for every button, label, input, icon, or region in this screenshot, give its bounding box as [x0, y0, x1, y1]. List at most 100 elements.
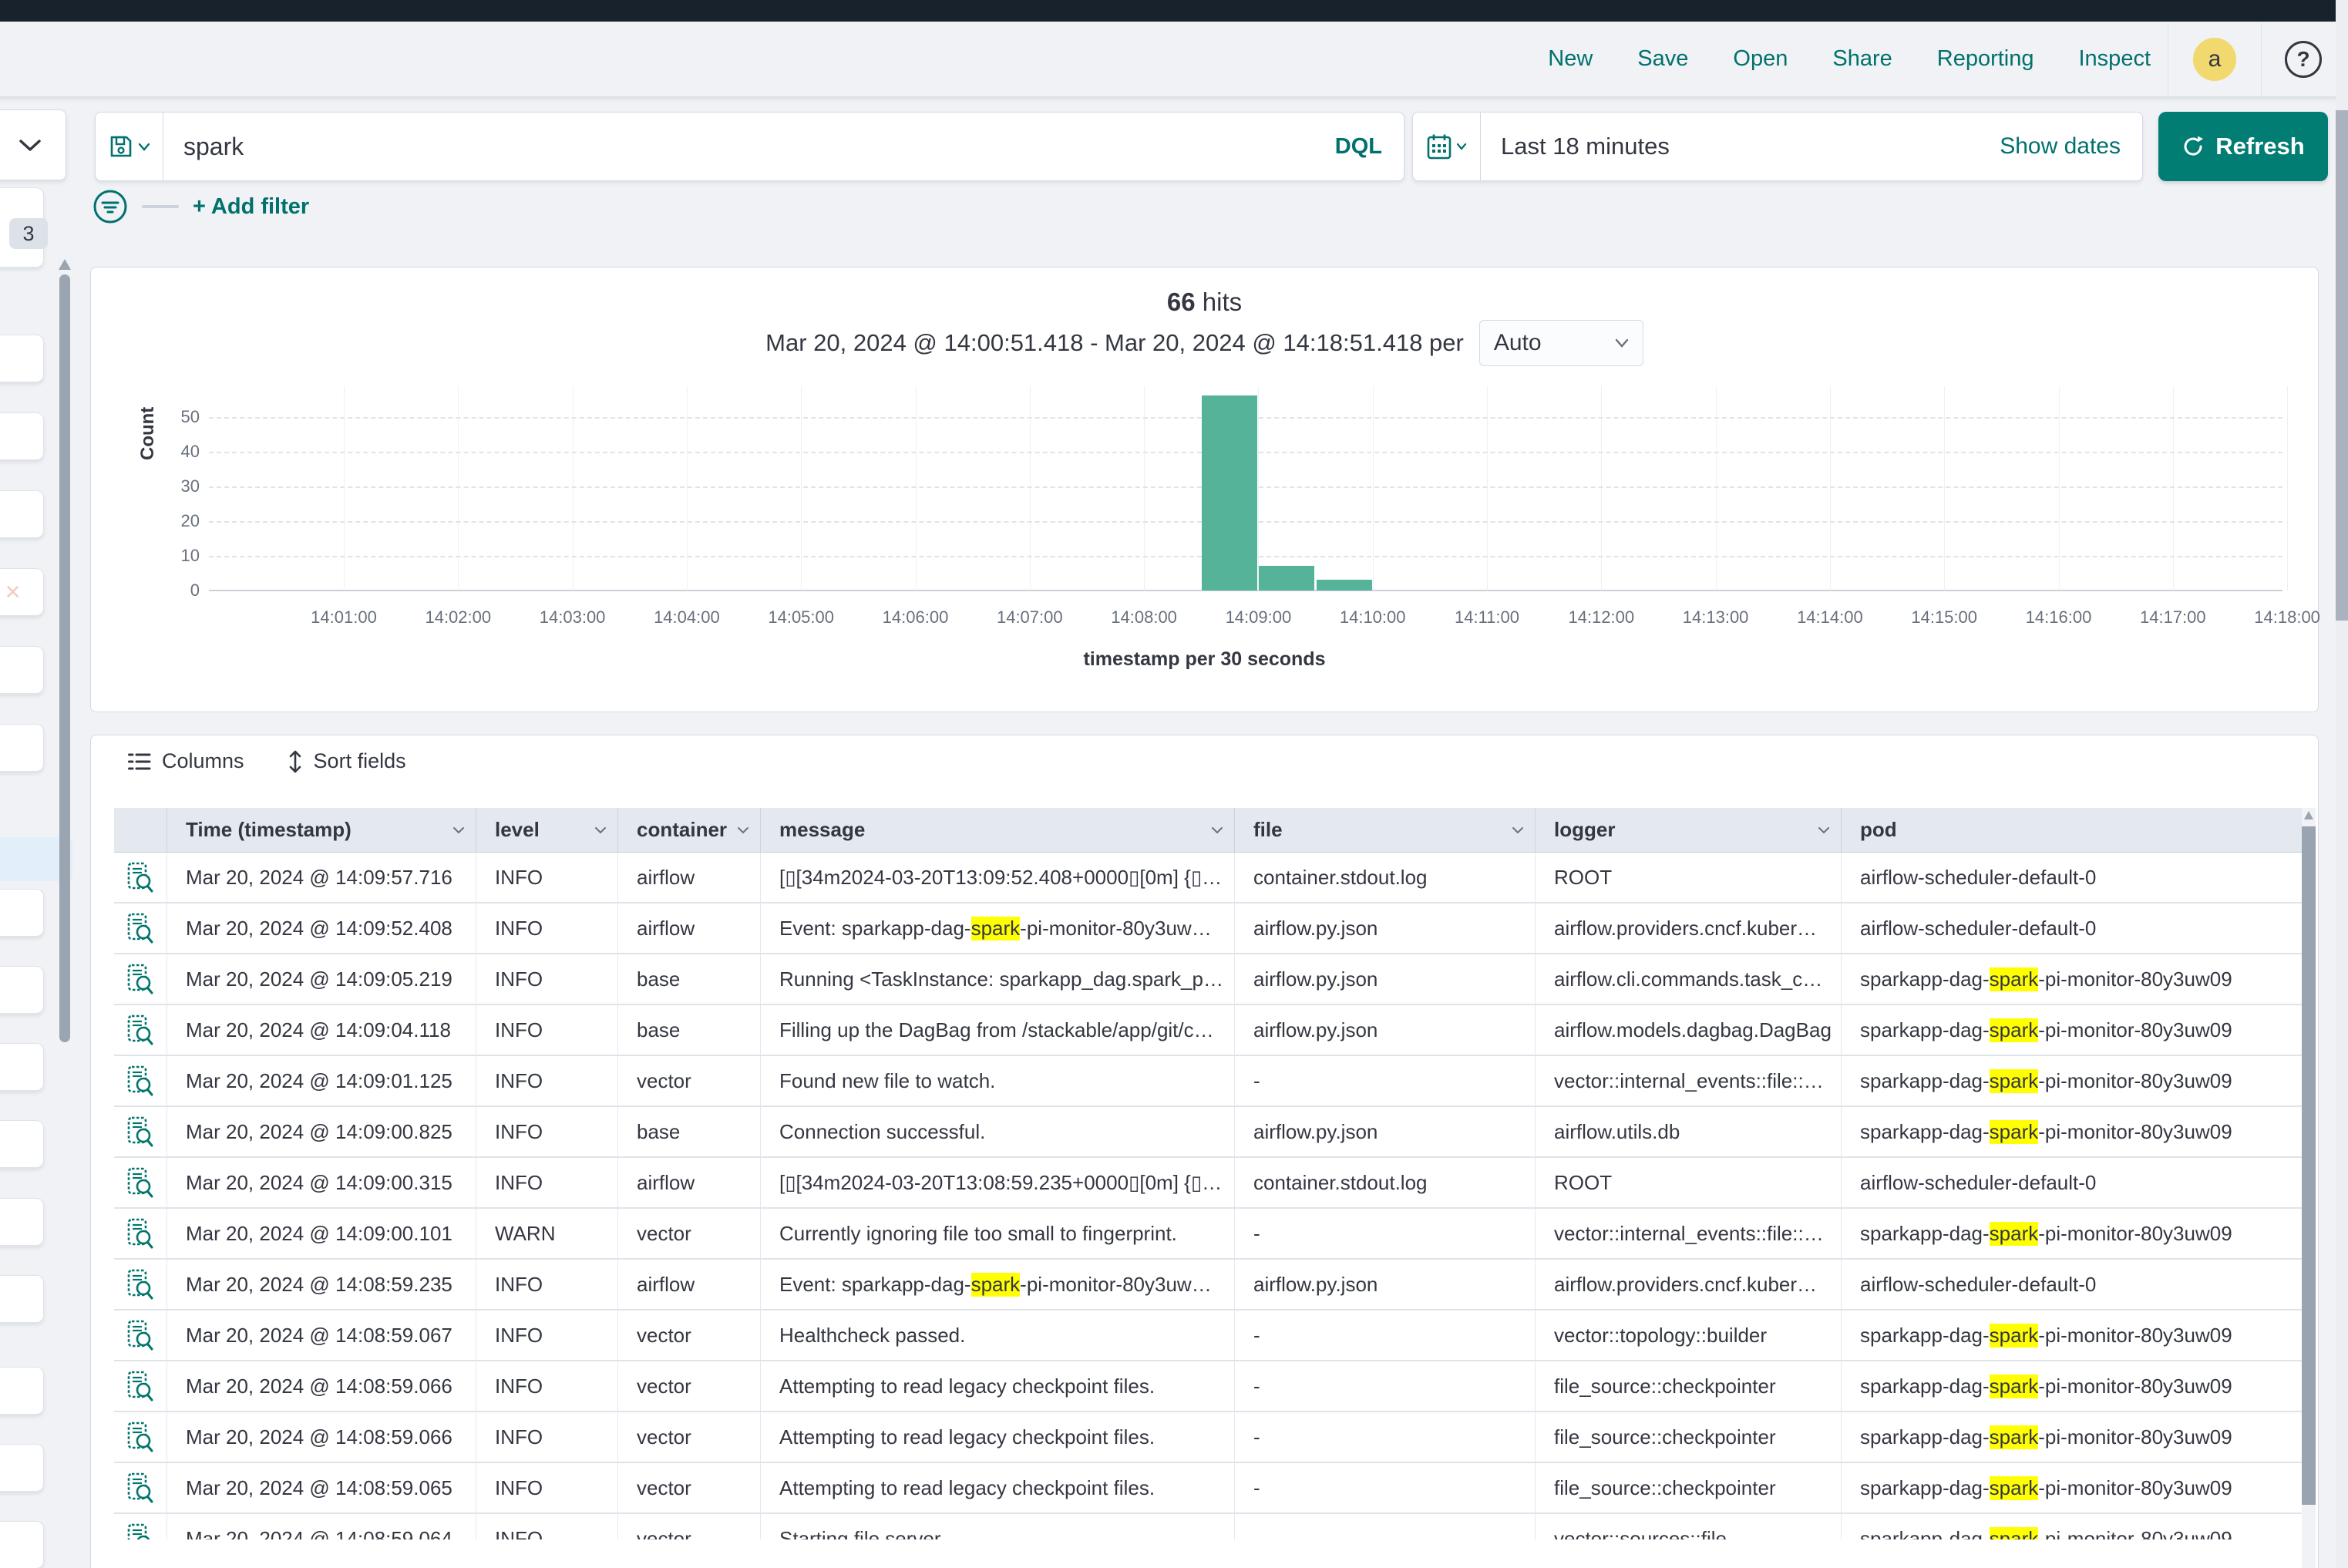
chevron-down-icon[interactable]	[1818, 826, 1830, 834]
column-header-label: container	[637, 818, 727, 842]
cell-container: vector	[617, 1209, 760, 1258]
field-card-stub[interactable]	[0, 1120, 44, 1168]
field-card-stub[interactable]	[0, 1043, 44, 1091]
time-range-value[interactable]: Last 18 minutes	[1481, 133, 2000, 160]
field-card-stub[interactable]	[0, 646, 44, 694]
cell-logger: file_source::checkpointer	[1535, 1361, 1841, 1411]
x-axis-tick-label: 14:02:00	[425, 607, 491, 628]
chevron-down-icon[interactable]	[737, 826, 749, 834]
column-header-message[interactable]: message	[760, 808, 1234, 852]
expand-document-button[interactable]	[114, 1412, 167, 1462]
avatar[interactable]: a	[2193, 38, 2236, 81]
rail-scrollbar-arrow[interactable]	[59, 259, 71, 270]
cell-time: Mar 20, 2024 @ 14:09:57.716	[167, 853, 476, 902]
cell-logger: vector::sources::file	[1535, 1514, 1841, 1539]
field-card-stub[interactable]	[0, 490, 44, 538]
cell-pod: airflow-scheduler-default-0	[1841, 853, 2302, 902]
chevron-down-icon[interactable]	[452, 826, 465, 834]
collapse-sidebar-button[interactable]	[0, 109, 66, 180]
column-header-file[interactable]: file	[1234, 808, 1535, 852]
field-card-stub[interactable]: ×	[0, 568, 44, 616]
search-highlight: spark	[1990, 1222, 2039, 1246]
saved-query-menu-button[interactable]	[96, 113, 163, 180]
expand-document-button[interactable]	[114, 853, 167, 902]
column-header-level[interactable]: level	[476, 808, 617, 852]
cell-time: Mar 20, 2024 @ 14:09:05.219	[167, 954, 476, 1004]
filter-icon[interactable]	[93, 189, 128, 224]
expand-document-button[interactable]	[114, 1361, 167, 1411]
remove-field-icon[interactable]: ×	[0, 569, 43, 615]
inspect-document-icon	[127, 1014, 153, 1045]
nav-link-new[interactable]: New	[1548, 46, 1593, 72]
expand-document-button[interactable]	[114, 954, 167, 1004]
histogram-bar[interactable]	[1259, 566, 1314, 591]
column-header-time-timestamp[interactable]: Time (timestamp)	[167, 808, 476, 852]
chevron-down-icon[interactable]	[1211, 826, 1223, 834]
chevron-down-icon[interactable]	[594, 826, 607, 834]
field-card-stub[interactable]	[0, 1367, 44, 1415]
cell-file: -	[1234, 1412, 1535, 1462]
refresh-button[interactable]: Refresh	[2158, 112, 2328, 181]
cell-file: -	[1234, 1209, 1535, 1258]
nav-link-open[interactable]: Open	[1733, 46, 1788, 72]
field-card-stub[interactable]	[0, 724, 44, 772]
page-scrollbar-thumb[interactable]	[2336, 110, 2348, 621]
column-header-label: pod	[1860, 818, 1897, 842]
x-axis-tick-label: 14:13:00	[1683, 607, 1749, 628]
field-card-stub[interactable]	[0, 335, 44, 382]
interval-select[interactable]: Auto	[1479, 320, 1643, 366]
nav-link-share[interactable]: Share	[1832, 46, 1892, 72]
nav-link-save[interactable]: Save	[1637, 46, 1688, 72]
query-language-button[interactable]: DQL	[1335, 134, 1404, 160]
expand-document-button[interactable]	[114, 1514, 167, 1539]
search-input[interactable]: spark	[163, 133, 1335, 161]
expand-document-button[interactable]	[114, 1311, 167, 1360]
expand-document-button[interactable]	[114, 1005, 167, 1055]
expand-document-button[interactable]	[114, 1158, 167, 1207]
field-card-stub[interactable]	[0, 1275, 44, 1323]
field-card-stub[interactable]	[0, 1198, 44, 1246]
chevron-down-icon[interactable]	[1512, 826, 1524, 834]
nav-link-inspect[interactable]: Inspect	[2079, 46, 2151, 72]
show-dates-button[interactable]: Show dates	[2000, 133, 2142, 160]
cell-container: airflow	[617, 903, 760, 953]
expand-document-button[interactable]	[114, 1260, 167, 1309]
nav-link-reporting[interactable]: Reporting	[1937, 46, 2034, 72]
expand-document-button[interactable]	[114, 1209, 167, 1258]
cell-message: Filling up the DagBag from /stackable/ap…	[760, 1005, 1234, 1055]
column-header-pod[interactable]: pod	[1841, 808, 2302, 852]
table-scrollbar-arrow[interactable]	[2304, 811, 2313, 819]
field-card-stub[interactable]	[0, 966, 44, 1014]
x-axis-tick-label: 14:07:00	[997, 607, 1063, 628]
expand-document-button[interactable]	[114, 1463, 167, 1512]
column-header-logger[interactable]: logger	[1535, 808, 1841, 852]
add-filter-button[interactable]: + Add filter	[193, 194, 309, 220]
cell-pod: airflow-scheduler-default-0	[1841, 1158, 2302, 1207]
field-card-stub[interactable]	[0, 1444, 44, 1492]
rail-scrollbar[interactable]	[59, 274, 70, 1042]
sort-fields-button[interactable]: Sort fields	[288, 749, 406, 773]
table-scrollbar-thumb[interactable]	[2302, 826, 2316, 1505]
x-gridline	[2287, 386, 2288, 591]
table-row: Mar 20, 2024 @ 14:09:05.219INFObaseRunni…	[114, 954, 2302, 1005]
column-header-container[interactable]: container	[617, 808, 760, 852]
inspect-document-icon	[127, 1269, 153, 1300]
histogram-bar[interactable]	[1317, 580, 1372, 591]
discover-page: New Save Open Share Reporting Inspect a ? spa…	[0, 0, 2348, 1568]
help-icon[interactable]: ?	[2285, 41, 2322, 78]
cell-level: INFO	[476, 1361, 617, 1411]
cell-message: Found new file to watch.	[760, 1056, 1234, 1105]
date-quick-select-button[interactable]	[1413, 113, 1481, 180]
expand-document-button[interactable]	[114, 903, 167, 953]
columns-button[interactable]: Columns	[128, 749, 244, 773]
field-card-stub[interactable]	[0, 1521, 44, 1568]
cell-container: airflow	[617, 1260, 760, 1309]
search-highlight: spark	[1990, 1527, 2039, 1540]
field-card-stub[interactable]	[0, 412, 44, 460]
histogram-bar[interactable]	[1202, 395, 1257, 591]
header-shadow	[0, 96, 2348, 103]
expand-document-button[interactable]	[114, 1107, 167, 1156]
field-card-stub[interactable]	[0, 889, 44, 937]
expand-document-button[interactable]	[114, 1056, 167, 1105]
x-axis-tick-label: 14:11:00	[1455, 607, 1519, 628]
